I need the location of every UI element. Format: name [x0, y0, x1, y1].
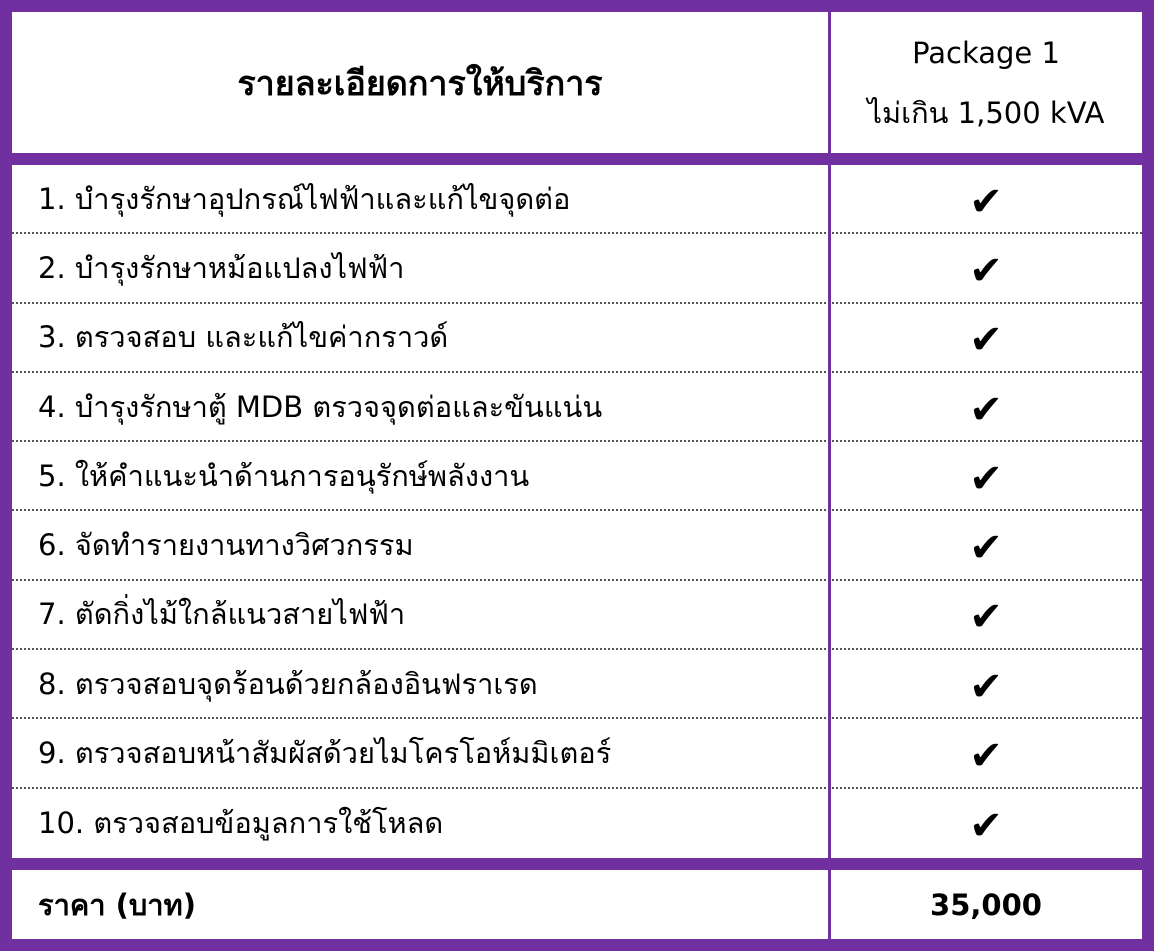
service-item-label: 10. ตรวจสอบข้อมูลการใช้โหลด [38, 806, 444, 841]
checkmark-icon: ✔ [969, 178, 1003, 225]
table-row: 1. บำรุงรักษาอุปกรณ์ไฟฟ้าและแก้ไขจุดต่อ ✔ [12, 165, 1142, 235]
table-row: 4. บำรุงรักษาตู้ MDB ตรวจจุดต่อและขันแน่… [12, 373, 1142, 443]
service-item-label: 7. ตัดกิ่งไม้ใกล้แนวสายไฟฟ้า [38, 597, 406, 632]
price-value: 35,000 [930, 887, 1042, 922]
package-name: Package 1 [912, 35, 1060, 70]
checkmark-icon: ✔ [969, 247, 1003, 294]
service-item-label: 5. ให้คำแนะนำด้านการอนุรักษ์พลังงาน [38, 458, 530, 493]
service-list: 1. บำรุงรักษาอุปกรณ์ไฟฟ้าและแก้ไขจุดต่อ ✔… [12, 165, 1142, 858]
checkmark-icon: ✔ [969, 803, 1003, 850]
service-item-label: 1. บำรุงรักษาอุปกรณ์ไฟฟ้าและแก้ไขจุดต่อ [38, 181, 571, 216]
table-row: 5. ให้คำแนะนำด้านการอนุรักษ์พลังงาน ✔ [12, 442, 1142, 512]
checkmark-icon: ✔ [969, 386, 1003, 433]
checkmark-icon: ✔ [969, 317, 1003, 364]
service-item-label: 8. ตรวจสอบจุดร้อนด้วยกล้องอินฟราเรด [38, 666, 538, 701]
table-row: 9. ตรวจสอบหน้าสัมผัสด้วยไมโครโอห์มมิเตอร… [12, 719, 1142, 789]
table-row: 7. ตัดกิ่งไม้ใกล้แนวสายไฟฟ้า ✔ [12, 581, 1142, 651]
price-label: ราคา (บาท) [38, 887, 196, 922]
service-item-label: 2. บำรุงรักษาหม้อแปลงไฟฟ้า [38, 250, 405, 285]
service-item-label: 4. บำรุงรักษาตู้ MDB ตรวจจุดต่อและขันแน่… [38, 389, 603, 424]
service-item-label: 6. จัดทำรายงานทางวิศวกรรม [38, 528, 414, 563]
package-header: Package 1 ไม่เกิน 1,500 kVA [830, 12, 1142, 153]
checkmark-icon: ✔ [969, 525, 1003, 572]
header-title: รายละเอียดการให้บริการ [237, 63, 603, 104]
service-item-label: 3. ตรวจสอบ และแก้ไขค่ากราวด์ [38, 320, 449, 355]
price-divider [12, 858, 1142, 870]
table-header: รายละเอียดการให้บริการ Package 1 ไม่เกิน… [12, 12, 1142, 153]
service-table: รายละเอียดการให้บริการ Package 1 ไม่เกิน… [0, 0, 1154, 951]
column-divider [828, 12, 831, 939]
checkmark-icon: ✔ [969, 733, 1003, 780]
table-row: 10. ตรวจสอบข้อมูลการใช้โหลด ✔ [12, 789, 1142, 858]
header-divider [12, 153, 1142, 165]
checkmark-icon: ✔ [969, 455, 1003, 502]
table-row: 2. บำรุงรักษาหม้อแปลงไฟฟ้า ✔ [12, 234, 1142, 304]
table-row: 3. ตรวจสอบ และแก้ไขค่ากราวด์ ✔ [12, 304, 1142, 373]
checkmark-icon: ✔ [969, 663, 1003, 710]
table-row: 8. ตรวจสอบจุดร้อนด้วยกล้องอินฟราเรด ✔ [12, 650, 1142, 720]
checkmark-icon: ✔ [969, 594, 1003, 641]
package-capacity: ไม่เกิน 1,500 kVA [867, 95, 1105, 130]
price-row: ราคา (บาท) 35,000 [12, 870, 1142, 939]
service-item-label: 9. ตรวจสอบหน้าสัมผัสด้วยไมโครโอห์มมิเตอร… [38, 736, 612, 771]
table-row: 6. จัดทำรายงานทางวิศวกรรม ✔ [12, 511, 1142, 581]
